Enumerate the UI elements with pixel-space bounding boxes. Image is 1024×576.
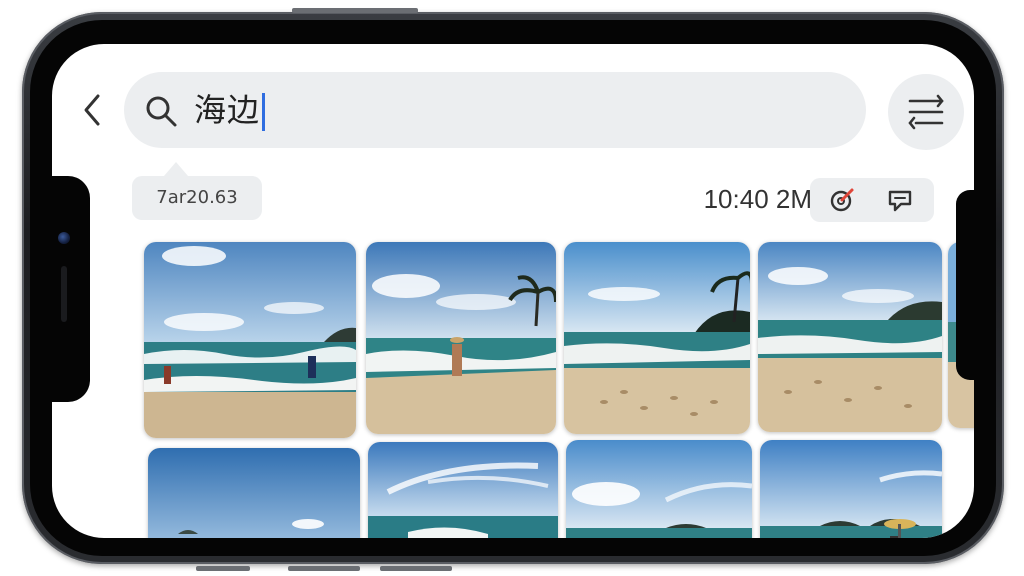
phone-side-button-bottom-2 — [288, 566, 360, 571]
photo-thumbnail[interactable] — [760, 440, 942, 538]
photo-thumbnail[interactable] — [758, 242, 942, 432]
photo-thumbnail[interactable] — [368, 442, 558, 538]
chevron-left-icon — [84, 94, 100, 126]
photo-thumbnail[interactable] — [564, 242, 750, 434]
camera-notch — [52, 176, 90, 402]
phone-screen: 海边 7ar20.63 10:40 2M — [52, 44, 974, 538]
result-info-chip[interactable]: 7ar20.63 — [132, 176, 262, 220]
photo-thumbnail[interactable] — [366, 242, 556, 434]
chip-label: 7ar20.63 — [156, 187, 238, 208]
filter-sort-icon — [908, 94, 944, 130]
phone-side-button-top — [292, 8, 418, 13]
beach-photo-image — [758, 242, 942, 432]
photo-thumbnail[interactable] — [148, 448, 360, 538]
phone-side-button-bottom-1 — [196, 566, 250, 571]
search-icon — [146, 96, 177, 127]
chip-pointer — [164, 162, 188, 176]
back-button[interactable] — [80, 88, 104, 132]
beach-photo-image — [148, 448, 360, 538]
photo-thumbnail[interactable] — [144, 242, 356, 438]
search-query-text: 海边 — [194, 91, 261, 129]
filter-button[interactable] — [888, 74, 964, 150]
action-pill — [810, 178, 934, 222]
photo-thumbnail[interactable] — [566, 440, 752, 538]
right-cutout — [956, 190, 978, 380]
beach-photo-image — [144, 242, 356, 438]
beach-photo-image — [366, 242, 556, 434]
time-label: 10:40 2M — [703, 184, 812, 214]
comment-icon[interactable] — [886, 186, 914, 214]
front-camera — [58, 232, 70, 244]
beach-photo-image — [760, 440, 942, 538]
search-input[interactable]: 海边 — [194, 88, 266, 132]
search-bar[interactable]: 海边 — [124, 72, 866, 148]
beach-photo-image — [566, 440, 752, 538]
earpiece-speaker — [61, 266, 67, 322]
text-caret — [262, 93, 266, 131]
beach-photo-image — [564, 242, 750, 434]
beach-photo-image — [368, 442, 558, 538]
phone-side-button-bottom-3 — [380, 566, 452, 571]
edit-target-icon[interactable] — [828, 186, 856, 214]
